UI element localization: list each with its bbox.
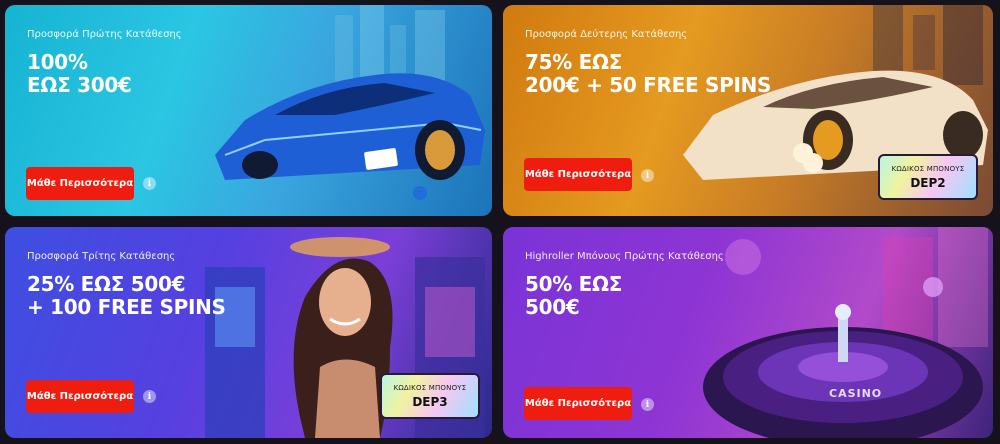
bonus-code-value: DEP2 — [910, 175, 946, 190]
info-icon[interactable]: i — [641, 398, 654, 411]
roulette-casino-text: CASINO — [829, 387, 883, 400]
info-icon[interactable]: i — [143, 177, 156, 190]
bonus-title: 75% ΕΩΣ 200€ + 50 FREE SPINS — [525, 51, 771, 97]
learn-more-button[interactable]: Μάθε Περισσότερα — [524, 158, 632, 191]
bonus-card-second-deposit[interactable]: Προσφορά Δεύτερης Κατάθεσης 75% ΕΩΣ 200€… — [503, 5, 993, 216]
bonus-title-line-2: + 100 FREE SPINS — [27, 295, 226, 319]
bonus-title-line-1: 100% — [27, 50, 88, 74]
bonus-code-label: ΚΩΔΙΚΟΣ ΜΠΟΝΟΥΣ — [891, 164, 965, 173]
bonus-card-first-deposit[interactable]: Προσφορά Πρώτης Κατάθεσης 100% ΕΩΣ 300€ … — [5, 5, 492, 216]
bonus-card-third-deposit[interactable]: Προσφορά Τρίτης Κατάθεσης 25% ΕΩΣ 500€ +… — [5, 227, 492, 438]
info-icon[interactable]: i — [143, 390, 156, 403]
bonus-card-highroller[interactable]: CASINO Highroller Μπόνους Πρώτης Κατάθεσ… — [503, 227, 993, 438]
bonus-code-label: ΚΩΔΙΚΟΣ ΜΠΟΝΟΥΣ — [393, 383, 467, 392]
card-subtitle: Προσφορά Τρίτης Κατάθεσης — [27, 251, 176, 262]
bonus-title: 25% ΕΩΣ 500€ + 100 FREE SPINS — [27, 273, 226, 319]
bonus-title-line-2: 500€ — [525, 295, 580, 319]
bonus-code-box[interactable]: ΚΩΔΙΚΟΣ ΜΠΟΝΟΥΣ DEP2 — [878, 154, 978, 200]
bonus-title-line-1: 25% ΕΩΣ 500€ — [27, 272, 186, 296]
bonus-title: 100% ΕΩΣ 300€ — [27, 51, 132, 97]
blue-sports-car-image — [215, 5, 485, 200]
bonus-title-line-2: ΕΩΣ 300€ — [27, 73, 132, 97]
bonus-title-line-1: 50% ΕΩΣ — [525, 272, 623, 296]
info-icon[interactable]: i — [641, 169, 654, 182]
roulette-wheel-image — [703, 227, 988, 438]
learn-more-button[interactable]: Μάθε Περισσότερα — [524, 387, 632, 420]
learn-more-button[interactable]: Μάθε Περισσότερα — [26, 380, 134, 413]
card-subtitle: Προσφορά Πρώτης Κατάθεσης — [27, 29, 182, 40]
bonus-title-line-2: 200€ + 50 FREE SPINS — [525, 73, 772, 97]
bonus-code-value: DEP3 — [412, 394, 448, 409]
bonus-code-box[interactable]: ΚΩΔΙΚΟΣ ΜΠΟΝΟΥΣ DEP3 — [380, 373, 480, 419]
bonus-title: 50% ΕΩΣ 500€ — [525, 273, 622, 319]
bonus-title-line-1: 75% ΕΩΣ — [525, 50, 623, 74]
card-subtitle: Highroller Μπόνους Πρώτης Κατάθεσης — [525, 251, 724, 262]
learn-more-button[interactable]: Μάθε Περισσότερα — [26, 167, 134, 200]
card-subtitle: Προσφορά Δεύτερης Κατάθεσης — [525, 29, 688, 40]
